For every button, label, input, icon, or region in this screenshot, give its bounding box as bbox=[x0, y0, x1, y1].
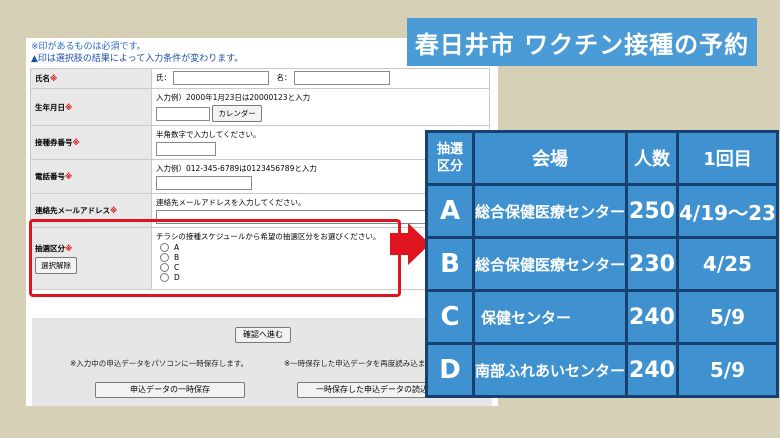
required-mark: ※ bbox=[50, 74, 58, 83]
birth-label: 生年月日 bbox=[35, 102, 65, 112]
temp-save-button[interactable]: 申込データの一時保存 bbox=[95, 382, 245, 398]
header-category-line2: 区分 bbox=[436, 159, 463, 174]
row-count: 250 bbox=[628, 186, 677, 236]
schedule-row: B 総合保健医療センター 230 4/25 bbox=[428, 239, 776, 289]
sei-label: 氏： bbox=[156, 73, 171, 82]
row-count: 240 bbox=[628, 292, 677, 342]
schedule-row: D 南部ふれあいセンター 240 5/9 bbox=[428, 345, 776, 395]
banner-title: 春日井市 ワクチン接種の予約 bbox=[414, 30, 750, 59]
row-date: 5/9 bbox=[679, 345, 776, 395]
confirm-button[interactable]: 確認へ進む bbox=[235, 327, 291, 343]
row-venue: 総合保健医療センター bbox=[475, 239, 626, 289]
first-name-input[interactable] bbox=[293, 71, 390, 85]
calendar-button[interactable]: カレンダー bbox=[212, 105, 262, 122]
name-input-cell: 氏： 名： bbox=[151, 68, 490, 89]
header-category-line1: 抽選 bbox=[436, 142, 463, 157]
schedule-header-row: 抽選 区分 会場 人数 1回目 bbox=[428, 133, 776, 183]
load-note: ※一時保存した申込データを再度読み込ま bbox=[284, 359, 426, 368]
lottery-highlight-frame bbox=[29, 219, 401, 297]
vaccination-schedule-table: 抽選 区分 会場 人数 1回目 A 総合保健医療センター 250 4/19～23… bbox=[425, 130, 779, 398]
phone-label-cell: 電話番号※ bbox=[30, 159, 152, 194]
row-venue: 南部ふれあいセンター bbox=[475, 345, 626, 395]
required-mark: ※ bbox=[65, 172, 73, 181]
row-category: C bbox=[428, 292, 472, 342]
header-category: 抽選 区分 bbox=[428, 133, 472, 183]
title-banner: 春日井市 ワクチン接種の予約 bbox=[407, 18, 757, 66]
schedule-row: C 保健センター 240 5/9 bbox=[428, 292, 776, 342]
form-actions-area: 確認へ進む ※入力中の申込データをパソコンに一時保存します。 ※一時保存した申込… bbox=[32, 318, 492, 406]
email-label: 連絡先メールアドレス bbox=[35, 206, 110, 215]
birthdate-input[interactable] bbox=[156, 106, 210, 121]
header-first-dose: 1回目 bbox=[679, 133, 776, 183]
schedule-row: A 総合保健医療センター 250 4/19～23 bbox=[428, 186, 776, 236]
row-date: 4/25 bbox=[679, 239, 776, 289]
phone-row: 電話番号※ 入力例）012-345-6789は0123456789と入力 bbox=[30, 159, 490, 194]
required-mark: ※ bbox=[110, 206, 118, 215]
save-note: ※入力中の申込データをパソコンに一時保存します。 bbox=[70, 359, 249, 368]
last-name-input[interactable] bbox=[173, 71, 270, 85]
row-venue: 保健センター bbox=[475, 292, 626, 342]
conditional-note: ▲印は選択肢の結果によって入力条件が変わります。 bbox=[31, 54, 244, 64]
row-category: A bbox=[428, 186, 472, 236]
required-mark: ※ bbox=[65, 102, 73, 112]
birth-input-cell: 入力例）2000年1月23日は20000123と入力 カレンダー bbox=[151, 88, 490, 126]
required-mark: ※ bbox=[72, 138, 80, 147]
phone-input[interactable] bbox=[156, 176, 252, 190]
ticket-row: 接種券番号※ 半角数字で入力してください。 bbox=[30, 125, 490, 160]
row-count: 230 bbox=[628, 239, 677, 289]
required-note: ※印があるものは必須です。 bbox=[31, 42, 146, 52]
name-row: 氏名※ 氏： 名： bbox=[30, 68, 490, 89]
birth-label-cell: 生年月日※ bbox=[30, 88, 152, 126]
ticket-label-cell: 接種券番号※ bbox=[30, 125, 152, 160]
mei-label: 名： bbox=[276, 73, 292, 82]
row-date: 4/19～23 bbox=[679, 186, 776, 236]
header-count: 人数 bbox=[628, 133, 677, 183]
row-category: B bbox=[428, 239, 472, 289]
ticket-number-input[interactable] bbox=[156, 142, 216, 156]
row-venue: 総合保健医療センター bbox=[475, 186, 626, 236]
birth-row: 生年月日※ 入力例）2000年1月23日は20000123と入力 カレンダー bbox=[30, 88, 490, 126]
name-label: 氏名 bbox=[35, 74, 50, 83]
name-label-cell: 氏名※ bbox=[30, 68, 152, 89]
row-category: D bbox=[428, 345, 472, 395]
header-venue: 会場 bbox=[475, 133, 626, 183]
form-notes: ※印があるものは必須です。 ▲印は選択肢の結果によって入力条件が変わります。 bbox=[31, 41, 243, 65]
row-date: 5/9 bbox=[679, 292, 776, 342]
ticket-label: 接種券番号 bbox=[35, 138, 73, 147]
phone-label: 電話番号 bbox=[35, 172, 65, 181]
birth-hint: 入力例）2000年1月23日は20000123と入力 bbox=[156, 93, 311, 102]
row-count: 240 bbox=[628, 345, 677, 395]
